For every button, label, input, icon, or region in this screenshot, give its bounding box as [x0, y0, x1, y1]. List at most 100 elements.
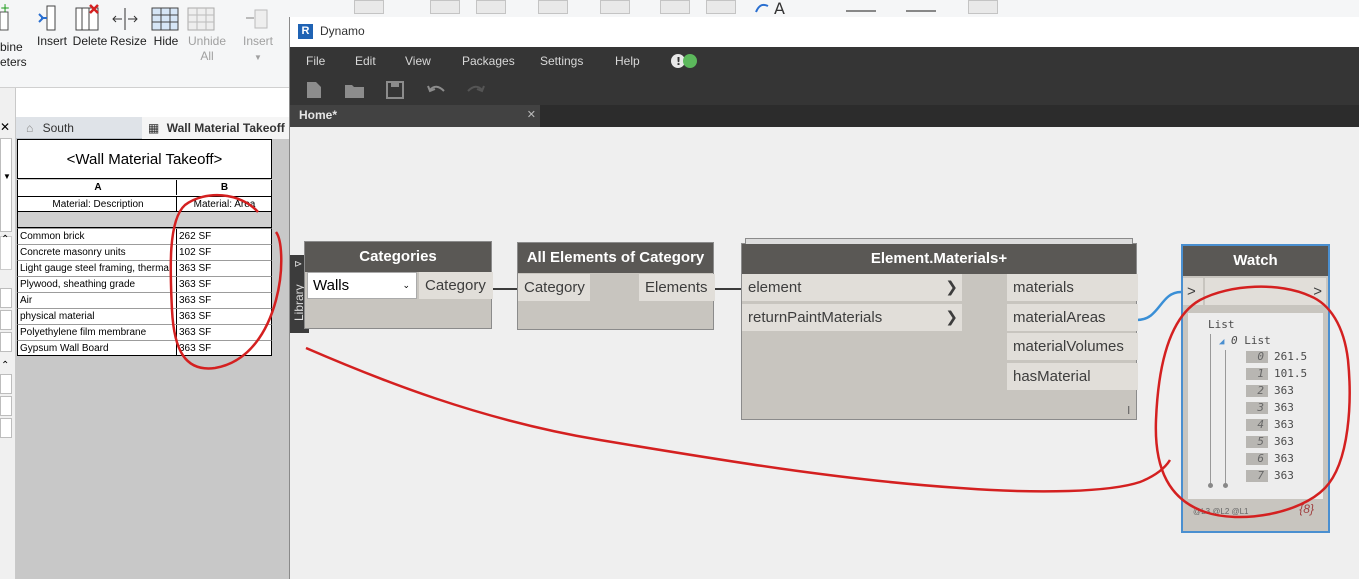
insert-data-row-label: Insert [242, 34, 273, 48]
collapse-icon[interactable]: ⌃ [1, 360, 9, 371]
input-port-return-paint-materials[interactable]: returnPaintMaterials ❯ [742, 304, 962, 331]
output-port-label: hasMaterial [1013, 368, 1091, 385]
node-watch[interactable]: Watch > > List ◢ 0 List 0 261.5 1 101.5 [1181, 244, 1330, 533]
node-element-materials[interactable]: Element.Materials+ element ❯ returnPaint… [741, 238, 1138, 420]
workspace-tab-bar: Home* ✕ [290, 105, 1359, 127]
column-letter-b[interactable]: B [176, 180, 272, 195]
tab-wall-material-takeoff[interactable]: ▦ Wall Material Takeoff [142, 117, 292, 139]
table-row[interactable]: Light gauge steel framing, thermal 363 S… [17, 260, 272, 276]
properties-field[interactable] [0, 288, 12, 308]
tree-guide-line [1225, 350, 1226, 486]
resize-column-button[interactable]: Resize [110, 4, 147, 49]
revit-logo-icon: R [298, 24, 313, 39]
output-port-material-areas[interactable]: materialAreas [1007, 304, 1138, 331]
output-port-elements[interactable]: Elements [639, 274, 715, 301]
ribbon-icon-partial [538, 0, 568, 14]
properties-field[interactable] [0, 138, 12, 232]
table-row[interactable]: Air 363 SF [17, 292, 272, 308]
tab-south-label: South [42, 121, 74, 135]
watch-tree-view[interactable]: List ◢ 0 List 0 261.5 1 101.5 2 363 3 363 43… [1188, 313, 1323, 499]
table-row[interactable]: Concrete masonry units 102 SF [17, 244, 272, 260]
table-row[interactable]: Common brick 262 SF [17, 228, 272, 244]
properties-field[interactable] [0, 332, 12, 352]
menu-view[interactable]: View [405, 47, 431, 75]
properties-field[interactable] [0, 418, 12, 438]
unhide-all-button[interactable]: Unhide All [186, 4, 228, 64]
combine-parameters-icon: + [0, 4, 10, 34]
column-header-area[interactable]: Material: Area [176, 197, 272, 212]
resize-icon [112, 4, 141, 30]
menu-settings[interactable]: Settings [540, 47, 583, 75]
delete-row-button[interactable]: Delete [72, 4, 108, 49]
lacing-indicator[interactable]: l [1128, 405, 1130, 417]
material-description: Gypsum Wall Board [20, 343, 109, 354]
list-item: 7 363 [1246, 468, 1294, 484]
category-dropdown[interactable]: Walls ⌄ [307, 272, 417, 299]
input-port-category[interactable]: Category [518, 274, 590, 301]
material-area: 363 SF [176, 341, 272, 356]
tab-home[interactable]: Home* ✕ [290, 105, 540, 127]
node-categories[interactable]: Categories Walls ⌄ Category [304, 241, 493, 329]
column-header-description[interactable]: Material: Description [20, 197, 176, 212]
ribbon-icon-partial [906, 2, 936, 12]
list-value: 363 [1274, 401, 1294, 414]
output-port-material-volumes[interactable]: materialVolumes [1007, 333, 1138, 360]
column-letter-a[interactable]: A [20, 180, 176, 195]
properties-field[interactable] [0, 310, 12, 330]
close-icon[interactable]: ✕ [527, 105, 536, 125]
output-port-watch[interactable]: > [1205, 278, 1326, 305]
menu-file[interactable]: File [306, 47, 325, 75]
hide-column-button[interactable]: Hide [150, 4, 182, 49]
material-description: Light gauge steel framing, thermal [20, 263, 172, 274]
ribbon-icon-partial [968, 0, 998, 14]
properties-field[interactable] [0, 396, 12, 416]
workspace-canvas[interactable]: ⊳ Library Categories Walls ⌄ Category Al… [290, 127, 1359, 579]
list-item: 2 363 [1246, 383, 1294, 399]
menu-packages[interactable]: Packages [462, 47, 515, 75]
dynamo-toolbar [290, 75, 1359, 105]
output-port-has-material[interactable]: hasMaterial [1007, 363, 1138, 390]
ribbon-icon-partial [354, 0, 384, 14]
tab-south[interactable]: ⌂ South [26, 117, 136, 139]
table-row[interactable]: physical material 363 SF [17, 308, 272, 324]
ribbon-icon-partial [430, 0, 460, 14]
table-row[interactable]: Polyethylene film membrane 363 SF [17, 324, 272, 340]
table-row[interactable]: Plywood, sheathing grade 363 SF [17, 276, 272, 292]
table-row[interactable]: Gypsum Wall Board 363 SF [17, 340, 272, 356]
material-area: 102 SF [176, 245, 272, 260]
output-port-label: > [1313, 283, 1322, 300]
material-area: 363 SF [176, 309, 272, 324]
list-index: 2 [1246, 385, 1268, 397]
watch-sub-index: 0 [1231, 334, 1238, 347]
output-port-materials[interactable]: materials [1007, 274, 1138, 301]
watch-sub-list[interactable]: ◢ 0 List [1219, 333, 1271, 349]
insert-row-button[interactable]: Insert [36, 4, 68, 49]
ribbon-icon-partial [706, 0, 736, 14]
tab-home-label: Home* [299, 108, 338, 122]
menu-help[interactable]: Help [615, 47, 640, 75]
output-port-category[interactable]: Category [419, 272, 493, 299]
dynamo-title-bar: R Dynamo [290, 17, 1359, 47]
properties-field[interactable] [0, 374, 12, 394]
node-all-elements-of-category[interactable]: All Elements of Category Category Elemen… [517, 242, 715, 330]
menu-edit[interactable]: Edit [355, 47, 376, 75]
list-index: 7 [1246, 470, 1268, 482]
ribbon-icon-partial [660, 0, 690, 14]
output-port-label: materialAreas [1013, 309, 1106, 326]
dropdown-arrow-icon: ▼ [254, 53, 262, 62]
insert-data-row-button[interactable]: Insert ▼ [240, 4, 276, 65]
node-title: Categories [305, 242, 491, 272]
ribbon-icon-partial [476, 0, 506, 14]
close-icon[interactable]: ✕ [0, 120, 10, 134]
input-port-watch[interactable]: > [1183, 278, 1203, 305]
schedule-blank-row [17, 212, 272, 228]
dropdown-arrow-icon[interactable]: ▼ [3, 172, 11, 181]
chevron-down-icon: ⌄ [402, 280, 410, 290]
collapse-icon[interactable]: ⌃ [1, 234, 9, 245]
unhide-all-label: All [200, 49, 214, 63]
material-area: 363 SF [176, 277, 272, 292]
combine-parameters-button[interactable]: bine eters [0, 40, 27, 70]
input-port-label: returnPaintMaterials [748, 309, 883, 326]
input-port-element[interactable]: element ❯ [742, 274, 962, 301]
tree-guide-line [1210, 334, 1211, 486]
